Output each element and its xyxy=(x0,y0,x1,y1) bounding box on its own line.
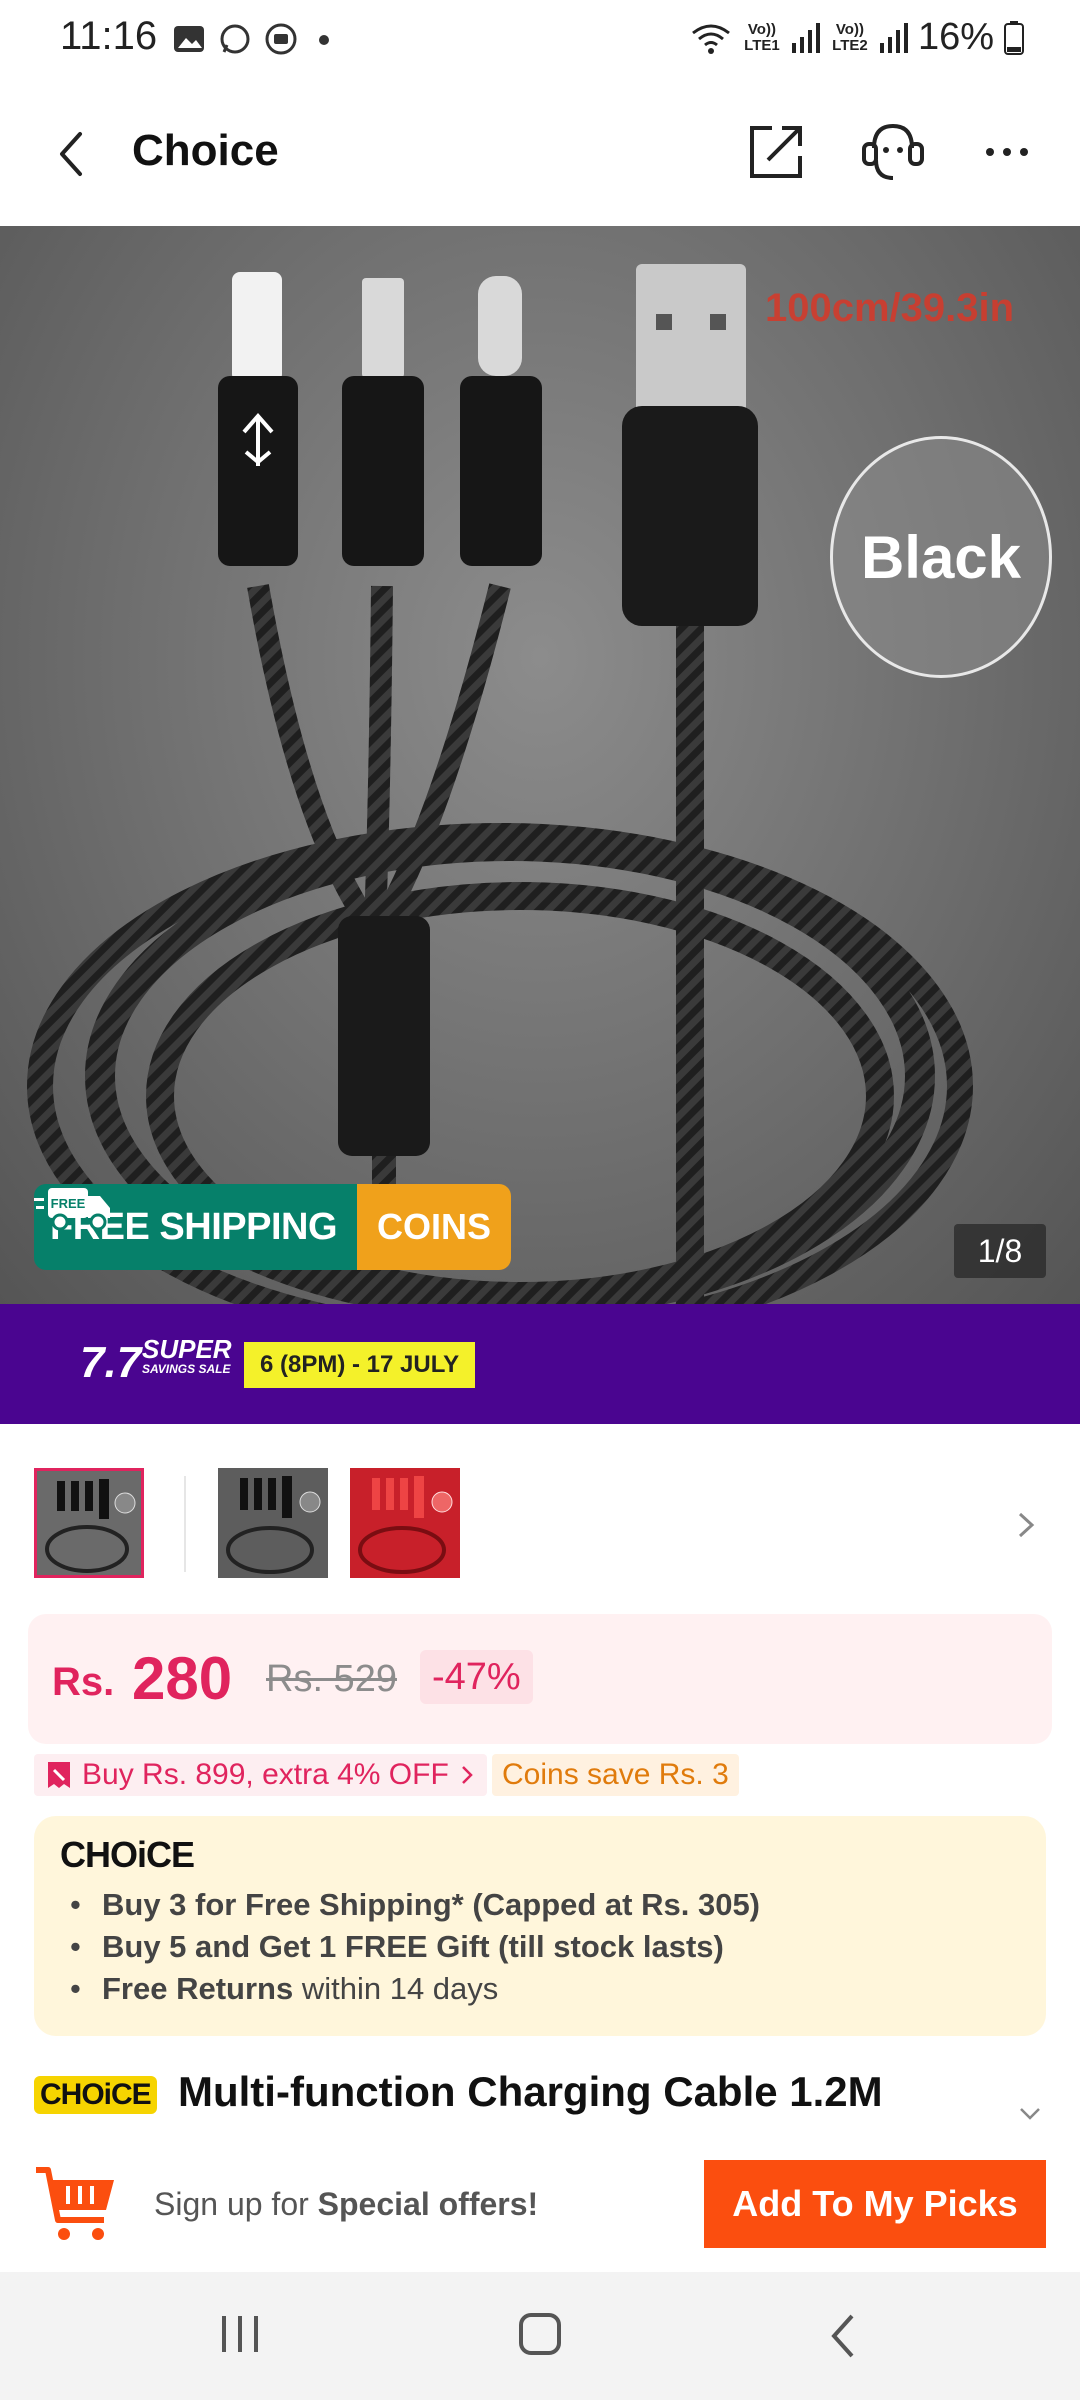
add-to-my-picks-button[interactable]: Add To My Picks xyxy=(704,2160,1046,2248)
status-right: Vo)) LTE1 Vo)) LTE2 16% xyxy=(690,16,1024,59)
more-notifications-dot-icon xyxy=(319,35,329,45)
discount-badge: -47% xyxy=(420,1650,533,1704)
whatsapp-notification-icon xyxy=(220,24,250,54)
image-counter: 1/8 xyxy=(954,1224,1046,1278)
product-title: Multi-function Charging Cable 1.2M xyxy=(178,2068,883,2115)
free-shipping-badge: FREE FREE SHIPPING COINS xyxy=(34,1184,512,1270)
choice-benefit-item: Buy 3 for Free Shipping* (Capped at Rs. … xyxy=(70,1884,760,1926)
share-icon[interactable] xyxy=(748,122,806,180)
signal-icon xyxy=(791,22,820,53)
page-title: Choice xyxy=(132,126,279,175)
more-icon[interactable] xyxy=(985,142,1029,162)
status-bar: 11:16 Vo)) LTE1 Vo)) LTE2 16% xyxy=(0,0,1080,80)
thumbnail-black[interactable] xyxy=(34,1468,144,1578)
thumbnail-red-image xyxy=(350,1468,460,1578)
status-time: 11:16 xyxy=(60,14,158,58)
battery-icon xyxy=(1004,20,1024,55)
thumbnail-red[interactable] xyxy=(350,1468,460,1578)
chevron-down-icon[interactable] xyxy=(1018,2106,1042,2122)
system-nav-bar xyxy=(0,2272,1080,2400)
product-image-gallery[interactable]: 100cm/39.3in Black FREE FREE SHIPPING CO… xyxy=(0,226,1080,1304)
variant-thumbnails xyxy=(0,1424,1080,1614)
sale-super: SUPER xyxy=(142,1334,232,1364)
signal-icon xyxy=(879,22,908,53)
customer-support-icon[interactable] xyxy=(858,120,928,184)
choice-benefit-item: Buy 5 and Get 1 FREE Gift (till stock la… xyxy=(70,1926,760,1968)
bottom-action-bar: Sign up for Special offers! Add To My Pi… xyxy=(0,2140,1080,2270)
bundle-offer-chip[interactable]: Buy Rs. 899, extra 4% OFF xyxy=(34,1754,487,1796)
coins-badge: COINS xyxy=(357,1184,512,1270)
thumbnail-divider xyxy=(184,1476,186,1572)
back-arrow-icon[interactable] xyxy=(48,124,96,184)
price-value: 280 xyxy=(132,1645,233,1712)
sale-subtitle: SAVINGS SALE xyxy=(142,1362,231,1376)
wifi-icon xyxy=(692,24,730,54)
choice-benefits[interactable]: CHOiCE Buy 3 for Free Shipping* (Capped … xyxy=(34,1816,1046,2036)
thumbnail-grey[interactable] xyxy=(218,1468,328,1578)
original-price: Rs. 529 xyxy=(266,1658,397,1700)
coupon-icon xyxy=(48,1762,70,1788)
promo-banner[interactable]: 7.7 SUPER SAVINGS SALE 6 (8PM) - 17 JULY xyxy=(0,1304,1080,1424)
sale-number: 7.7 xyxy=(80,1338,142,1387)
home-icon[interactable] xyxy=(518,2312,562,2356)
chevron-right-icon xyxy=(461,1766,473,1784)
sim1-label: Vo)) LTE1 xyxy=(744,20,780,54)
sale-date: 6 (8PM) - 17 JULY xyxy=(244,1342,476,1388)
battery-percent: 16% xyxy=(917,16,994,58)
app-notification-icon xyxy=(265,23,297,55)
cable-length-label: 100cm/39.3in xyxy=(765,286,1015,330)
choice-benefit-item: Free Returns within 14 days xyxy=(70,1968,760,2010)
free-shipping-section: FREE FREE SHIPPING xyxy=(34,1184,357,1270)
app-header: Choice xyxy=(0,80,1080,226)
color-label-circle: Black xyxy=(830,436,1052,678)
chevron-right-icon[interactable] xyxy=(1014,1510,1038,1540)
thumbnail-black-image xyxy=(37,1471,141,1575)
sim2-label: Vo)) LTE2 xyxy=(832,20,868,54)
bundle-offer-text: Buy Rs. 899, extra 4% OFF xyxy=(82,1758,449,1791)
cart-icon[interactable] xyxy=(32,2158,120,2246)
charging-cable-image xyxy=(27,264,973,1304)
color-label: Black xyxy=(860,523,1022,591)
back-icon[interactable] xyxy=(826,2312,860,2360)
product-title-row: CHOiCE Multi-function Charging Cable 1.2… xyxy=(34,2064,1044,2124)
sale-logo: 7.7 SUPER SAVINGS SALE xyxy=(80,1334,232,1388)
choice-logo: CHOiCE xyxy=(60,1834,195,1875)
price-section: Rs. 280 Rs. 529 -47% xyxy=(28,1614,1052,1744)
gallery-notification-icon xyxy=(174,26,204,52)
delivery-truck-icon: FREE xyxy=(34,1188,110,1231)
thumbnail-grey-image xyxy=(218,1468,328,1578)
coins-save-chip: Coins save Rs. 3 xyxy=(492,1754,739,1796)
choice-badge: CHOiCE xyxy=(34,2076,157,2114)
signup-offer-text[interactable]: Sign up for Special offers! xyxy=(154,2186,538,2223)
free-tag: FREE xyxy=(51,1196,86,1211)
price-currency: Rs. xyxy=(52,1660,115,1704)
recent-apps-icon[interactable] xyxy=(218,2312,262,2356)
choice-benefit-list: Buy 3 for Free Shipping* (Capped at Rs. … xyxy=(70,1884,760,2010)
